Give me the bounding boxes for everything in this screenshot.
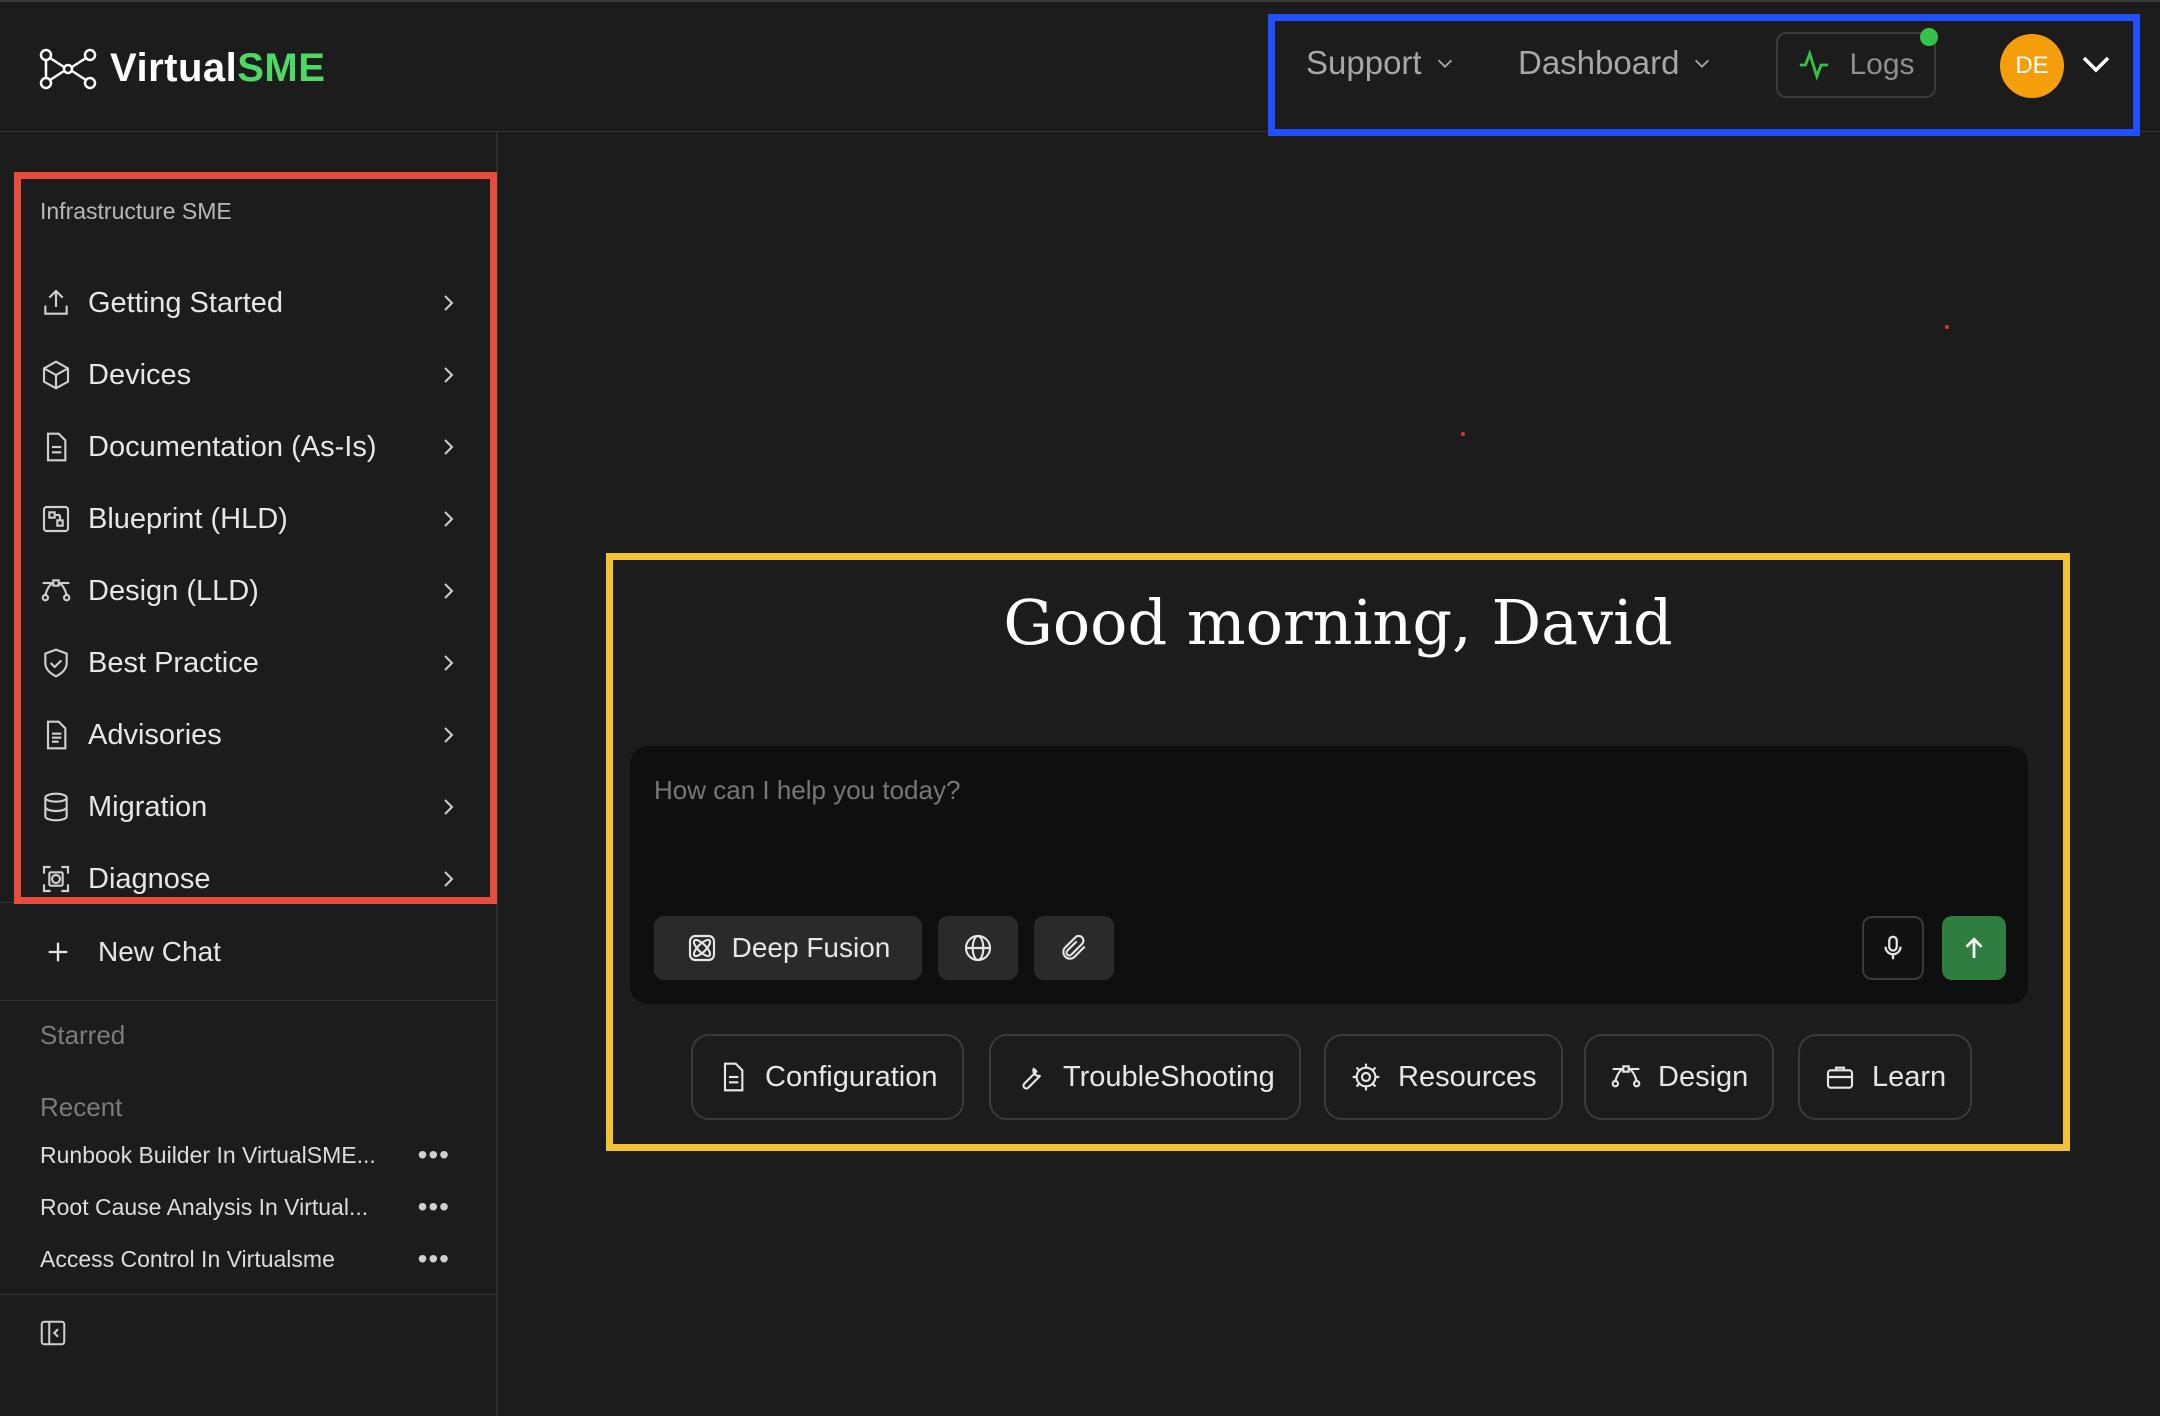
network-logo-icon [39, 48, 97, 89]
recent-chat-item[interactable]: Runbook Builder In VirtualSME... ••• [40, 1135, 450, 1175]
send-button[interactable] [1942, 916, 2006, 980]
gear-icon [1352, 1063, 1380, 1091]
dashboard-label: Dashboard [1518, 44, 1680, 81]
recent-chat-item[interactable]: Root Cause Analysis In Virtual... ••• [40, 1187, 450, 1227]
new-chat-label: New Chat [98, 936, 221, 967]
chevron-down-icon[interactable] [2080, 52, 2112, 78]
quick-action-learn[interactable]: Learn [1798, 1034, 1973, 1120]
atom-icon [688, 934, 715, 962]
wrench-icon [1022, 1067, 1042, 1090]
recent-chat-item[interactable]: Access Control In Virtualsme ••• [40, 1239, 450, 1279]
deep-fusion-button[interactable]: Deep Fusion [654, 916, 922, 980]
quick-action-configuration[interactable]: Configuration [691, 1034, 964, 1120]
plus-icon [48, 942, 68, 962]
quick-action-resources[interactable]: Resources [1324, 1034, 1563, 1120]
brand-name: VirtualSME [110, 46, 326, 90]
user-avatar[interactable]: DE [2000, 34, 2064, 98]
arrow-up-icon [1965, 937, 1983, 958]
logs-button[interactable]: Logs [1776, 32, 1936, 98]
chat-composer: Deep Fusion [630, 746, 2028, 1004]
red-dot [1461, 432, 1465, 436]
more-options-icon[interactable]: ••• [418, 1193, 450, 1221]
support-label: Support [1306, 44, 1422, 81]
recent-label: Recent [40, 1092, 123, 1122]
collapse-sidebar-icon[interactable] [38, 1318, 68, 1348]
deep-fusion-label: Deep Fusion [731, 932, 891, 963]
brand-logo[interactable]: VirtualSME [38, 46, 325, 91]
sidebar-menu-highlight [14, 172, 497, 904]
greeting-title: Good morning, David [1003, 586, 1673, 659]
sidebar-divider [0, 1000, 498, 1001]
paperclip-icon [1062, 934, 1086, 960]
attach-button[interactable] [1034, 916, 1114, 980]
briefcase-icon [1826, 1066, 1854, 1089]
dashboard-menu[interactable]: Dashboard [1518, 44, 1713, 82]
support-menu[interactable]: Support [1306, 44, 1456, 82]
app-window: VirtualSME Support Dashboard Logs DE Inf… [0, 0, 2160, 1416]
chevron-down-icon [1695, 59, 1710, 68]
web-search-button[interactable] [938, 916, 1018, 980]
document-icon [723, 1062, 744, 1092]
starred-label: Starred [40, 1020, 126, 1050]
globe-icon [964, 934, 992, 962]
chevron-down-icon [1437, 59, 1452, 68]
quick-action-design[interactable]: Design [1584, 1034, 1775, 1120]
microphone-icon [1884, 935, 1902, 960]
activity-icon [1800, 49, 1829, 81]
sidebar-divider [0, 1294, 498, 1295]
logs-status-dot [1920, 28, 1938, 46]
logs-label: Logs [1849, 48, 1915, 81]
microphone-button[interactable] [1862, 916, 1924, 980]
more-options-icon[interactable]: ••• [418, 1245, 450, 1273]
red-dot [1945, 325, 1949, 329]
bezier-icon [1611, 1065, 1641, 1088]
new-chat-button[interactable]: New Chat [44, 936, 221, 968]
more-options-icon[interactable]: ••• [418, 1141, 450, 1169]
chat-input[interactable] [654, 770, 1994, 810]
quick-action-troubleshooting[interactable]: TroubleShooting [989, 1034, 1301, 1120]
